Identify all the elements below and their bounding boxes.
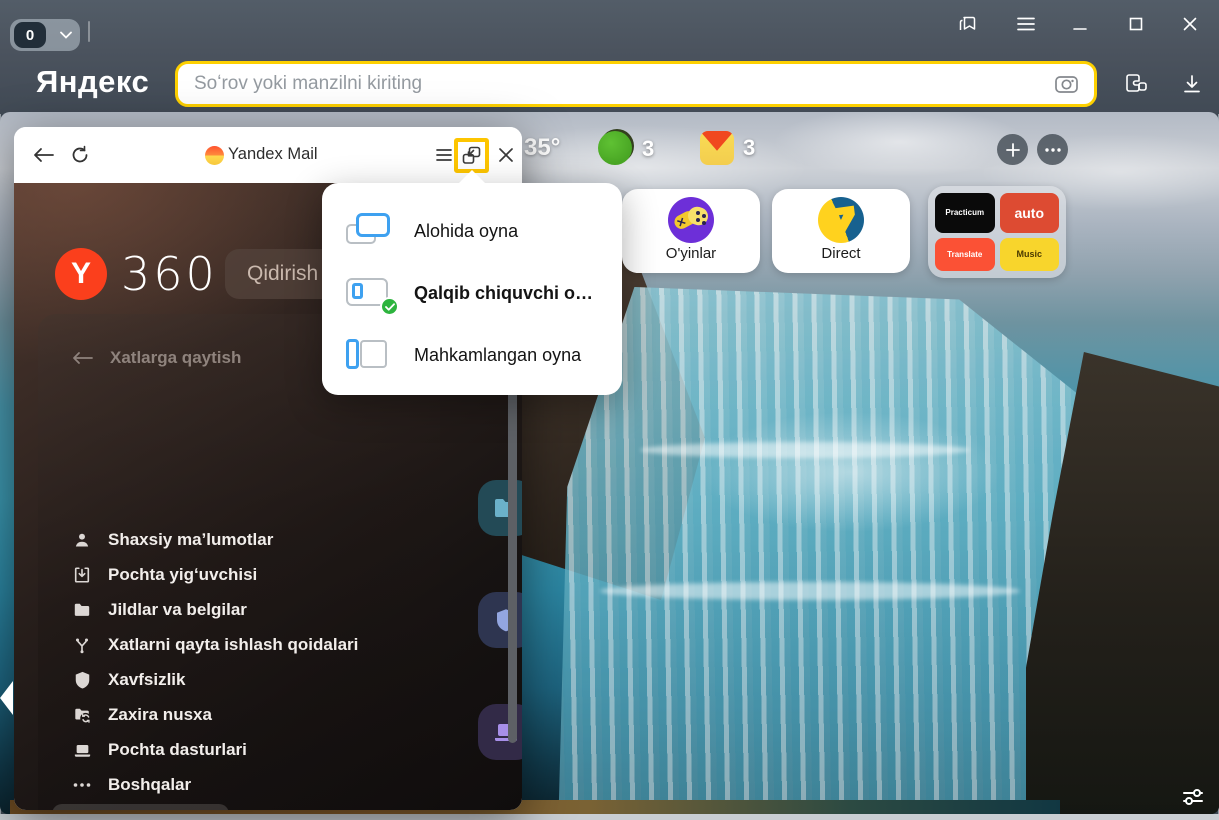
grid-tile-practicum[interactable]: Practicum <box>935 193 995 233</box>
sidebar-item-folders[interactable]: Jildlar va belgilar <box>72 600 247 620</box>
window-mode-button-highlighted[interactable] <box>454 138 489 173</box>
yandex-logo[interactable]: Яндекс <box>36 64 149 100</box>
mail-collector-icon <box>72 565 92 585</box>
popup-close-icon[interactable] <box>492 141 520 169</box>
change-password-button[interactable]: Parolni oʻzgartirish <box>52 804 229 810</box>
sidebar-item-security[interactable]: Xavfsizlik <box>72 670 186 690</box>
dropdown-item-pinned-window[interactable]: Mahkamlangan oyna <box>322 329 622 381</box>
messenger-icon[interactable] <box>598 131 633 166</box>
messenger-notification[interactable]: 3 <box>598 131 654 166</box>
grid-tile-music[interactable]: Music <box>1000 238 1060 272</box>
laptop-icon <box>72 740 92 760</box>
dropdown-pointer <box>458 170 486 184</box>
grid-tile-auto[interactable]: auto <box>1000 193 1060 233</box>
extensions-icon[interactable] <box>1120 68 1152 100</box>
minimize-button[interactable] <box>1068 12 1092 36</box>
services-grid-widget: Practicum auto Translate Music <box>928 186 1066 278</box>
browser-window: 0 Яндекс <box>0 0 1219 820</box>
tab-count-badge[interactable]: 0 <box>14 22 46 48</box>
background-settings-icon[interactable] <box>1181 786 1205 813</box>
dropdown-item-floating-window-selected[interactable]: Qalqib chiquvchi o… <box>322 267 622 319</box>
tile-games-label: O'yinlar <box>666 245 716 262</box>
sidebar-item-personal-info[interactable]: Shaxsiy maʼlumotlar <box>72 530 273 550</box>
y360-logo: Y 360 <box>55 247 218 301</box>
tabs-chevron-down-icon[interactable] <box>52 19 80 51</box>
mail-favicon <box>205 146 224 165</box>
ellipsis-icon <box>72 775 92 795</box>
folder-icon <box>72 600 92 620</box>
waterfall-ledge <box>600 582 1020 600</box>
selected-check-icon <box>380 297 399 316</box>
popup-title: Yandex Mail <box>228 145 318 164</box>
sidebar-item-mail-clients[interactable]: Pochta dasturlari <box>72 740 247 760</box>
tile-direct-label: Direct <box>821 245 860 262</box>
y360-logo-circle: Y <box>55 248 107 300</box>
grid-tile-translate[interactable]: Translate <box>935 238 995 272</box>
sidebar-item-backup[interactable]: Zaxira nusxa <box>72 705 212 725</box>
browser-chrome: 0 Яндекс <box>0 0 1219 114</box>
back-to-letters-link[interactable]: Xatlarga qaytish <box>72 348 241 368</box>
separate-window-icon <box>346 213 396 249</box>
games-icon: ✕ <box>668 197 714 243</box>
tab-counter[interactable]: 0 <box>10 19 80 51</box>
image-search-camera-icon[interactable] <box>1054 72 1080 101</box>
reload-icon[interactable] <box>66 141 94 169</box>
add-widget-button[interactable] <box>997 134 1028 165</box>
rules-branch-icon <box>72 635 92 655</box>
floating-window-icon <box>346 275 396 311</box>
search-input[interactable] <box>194 64 1034 104</box>
pinned-window-icon <box>346 337 396 373</box>
person-icon <box>72 530 92 550</box>
shield-icon <box>72 670 92 690</box>
sidebar-item-mail-collector[interactable]: Pochta yigʻuvchisi <box>72 565 257 585</box>
mail-notification[interactable]: 3 <box>700 131 755 165</box>
search-bar[interactable] <box>175 61 1097 107</box>
maximize-button[interactable] <box>1124 12 1148 36</box>
sidebar-item-processing-rules[interactable]: Xatlarni qayta ishlash qoidalari <box>72 635 358 655</box>
messenger-count: 3 <box>642 136 654 162</box>
bottom-edge <box>0 814 1219 820</box>
popup-header: Yandex Mail <box>14 127 522 183</box>
sidebar-bookmark-icon[interactable] <box>956 10 982 36</box>
edge-panel-handle[interactable] <box>0 681 13 715</box>
tile-direct[interactable]: Direct <box>772 189 910 273</box>
waterfall-ledge <box>640 442 970 458</box>
back-arrow-icon[interactable] <box>30 141 58 169</box>
mail-icon[interactable] <box>700 131 734 165</box>
backup-sync-icon <box>72 705 92 725</box>
tile-games[interactable]: ✕ O'yinlar <box>622 189 760 273</box>
more-options-button[interactable] <box>1037 134 1068 165</box>
weather-temperature[interactable]: 35° <box>524 134 560 162</box>
tab-separator <box>88 21 90 42</box>
window-mode-dropdown: Alohida oyna Qalqib chiquvchi o… Mahkaml… <box>322 183 622 395</box>
sidebar-item-more[interactable]: Boshqalar <box>72 775 191 795</box>
mail-count: 3 <box>743 135 755 161</box>
waterfall-mist <box>700 412 1000 532</box>
direct-icon <box>818 197 864 243</box>
dropdown-item-separate-window[interactable]: Alohida oyna <box>322 205 622 257</box>
menu-hamburger-icon[interactable] <box>1014 12 1038 36</box>
close-button[interactable] <box>1178 12 1202 36</box>
downloads-icon[interactable] <box>1176 68 1208 100</box>
